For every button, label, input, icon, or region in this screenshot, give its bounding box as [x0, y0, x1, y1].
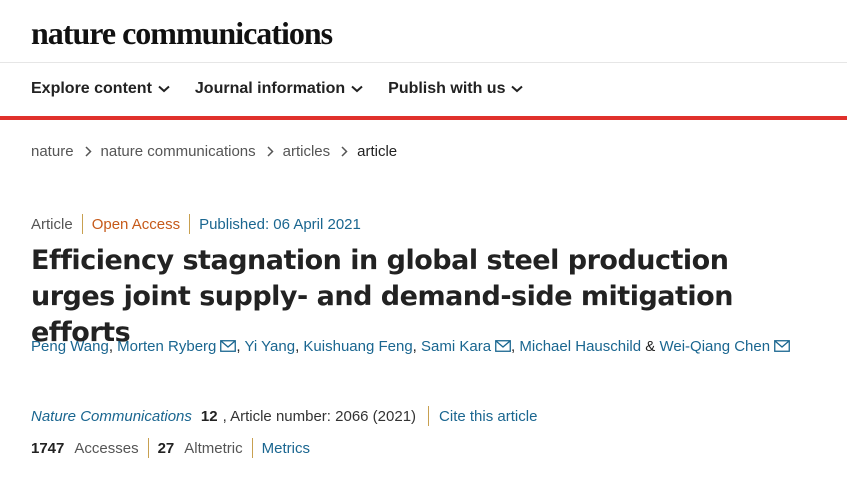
author-link[interactable]: Morten Ryberg [117, 338, 216, 355]
author-link[interactable]: Sami Kara [421, 338, 491, 355]
volume-number: 12 [200, 407, 218, 425]
main-nav: Explore content Journal information Publ… [31, 80, 524, 98]
accesses-label: Accesses [74, 439, 139, 457]
accent-bar [0, 116, 847, 120]
breadcrumb-nature[interactable]: nature [31, 143, 74, 160]
chevron-right-icon [85, 146, 92, 157]
author-link[interactable]: Wei-Qiang Chen [659, 338, 770, 355]
nav-journal-information[interactable]: Journal information [195, 80, 363, 98]
author-link[interactable]: Yi Yang [244, 338, 295, 355]
meta-divider [189, 214, 191, 234]
article-metrics: 1747 Accesses 27 Altmetric Metrics [31, 438, 310, 458]
author-link[interactable]: Kuishuang Feng [303, 338, 412, 355]
author-link[interactable]: Michael Hauschild [519, 338, 641, 355]
nav-publish-with-us[interactable]: Publish with us [388, 80, 524, 98]
altmetric-label: Altmetric [184, 439, 243, 457]
published-date: Published: 06 April 2021 [199, 215, 361, 233]
header-divider [0, 62, 847, 63]
mail-icon[interactable] [774, 340, 790, 352]
breadcrumb-articles[interactable]: articles [283, 143, 331, 160]
journal-link[interactable]: Nature Communications [31, 408, 192, 425]
breadcrumb: nature nature communications articles ar… [31, 143, 397, 160]
chevron-down-icon [351, 85, 363, 93]
chevron-down-icon [511, 85, 524, 93]
nav-label: Explore content [31, 80, 152, 97]
metrics-divider [251, 438, 253, 458]
chevron-right-icon [267, 146, 274, 157]
chevron-right-icon [341, 146, 348, 157]
citation-line: Nature Communications 12 , Article numbe… [31, 406, 537, 426]
meta-divider [81, 214, 83, 234]
cite-this-article-link[interactable]: Cite this article [439, 408, 537, 425]
author-link[interactable]: Peng Wang [31, 338, 109, 355]
mail-icon[interactable] [220, 340, 237, 352]
citation-divider [428, 406, 430, 426]
accesses-count: 1747 [31, 439, 65, 457]
open-access-label: Open Access [91, 215, 181, 233]
author-list: Peng Wang, Morten Ryberg, Yi Yang, Kuish… [31, 333, 811, 361]
nav-explore-content[interactable]: Explore content [31, 80, 170, 98]
article-type: Article [31, 215, 73, 233]
site-logo[interactable]: nature communications [31, 15, 333, 52]
metrics-link[interactable]: Metrics [262, 440, 310, 457]
breadcrumb-current: article [357, 143, 398, 160]
altmetric-count: 27 [157, 439, 175, 457]
mail-icon[interactable] [495, 340, 511, 352]
article-meta: Article Open Access Published: 06 April … [31, 214, 361, 234]
breadcrumb-nature-communications[interactable]: nature communications [101, 143, 256, 160]
nav-label: Publish with us [388, 80, 506, 97]
article-number: , Article number: 2066 (2021) [222, 407, 417, 425]
metrics-divider [147, 438, 149, 458]
chevron-down-icon [158, 85, 170, 93]
nav-label: Journal information [194, 80, 346, 97]
